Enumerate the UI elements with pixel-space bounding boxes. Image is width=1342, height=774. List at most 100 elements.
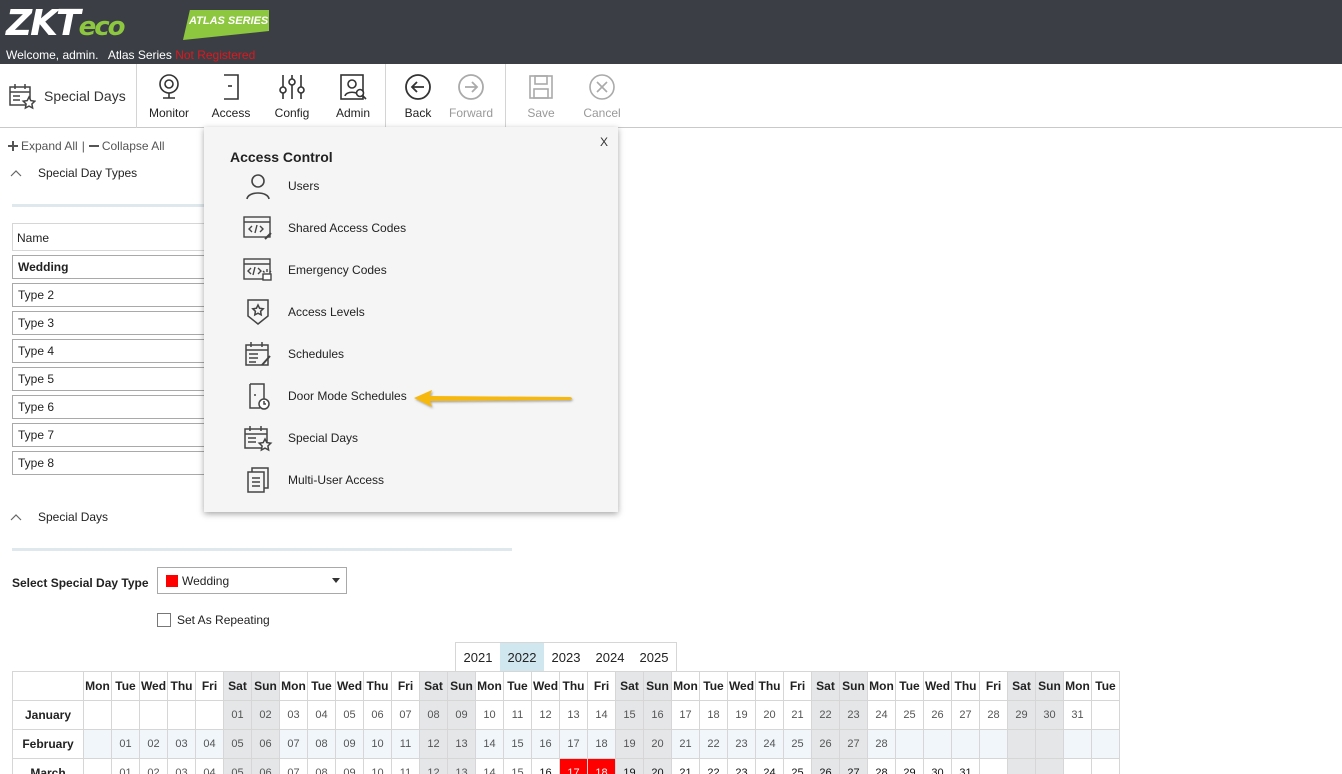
calendar-day[interactable]: 10 [475,700,504,730]
calendar-day[interactable]: 26 [811,758,840,774]
menu-item-access-levels[interactable]: Access Levels [242,295,365,329]
year-tab-2023[interactable]: 2023 [544,643,588,672]
year-tab-2024[interactable]: 2024 [588,643,632,672]
calendar-day[interactable]: 23 [839,700,868,730]
type-name-input[interactable]: Type 3 [12,311,212,335]
calendar-day[interactable]: 24 [755,758,784,774]
calendar-day[interactable]: 14 [475,729,504,759]
section-special-days[interactable]: Special Days [10,510,108,524]
calendar-day[interactable]: 26 [811,729,840,759]
calendar-day[interactable]: 01 [111,758,140,774]
calendar-day[interactable]: 08 [419,700,448,730]
type-name-input[interactable]: Type 7 [12,423,212,447]
calendar-day[interactable]: 06 [251,729,280,759]
calendar-day[interactable]: 09 [447,700,476,730]
calendar-day[interactable]: 26 [923,700,952,730]
menu-item-special-days[interactable]: Special Days [242,421,358,455]
forward-button[interactable]: Forward [440,72,502,120]
close-button[interactable]: X [600,135,608,149]
menu-item-shared-access-codes[interactable]: Shared Access Codes [242,211,406,245]
calendar-day[interactable]: 31 [1063,700,1092,730]
admin-button[interactable]: Admin [322,72,384,120]
type-name-input[interactable]: Type 4 [12,339,212,363]
calendar-day[interactable]: 04 [195,729,224,759]
collapse-all-button[interactable]: Collapse All [88,139,165,153]
calendar-day[interactable]: 27 [839,758,868,774]
calendar-day[interactable]: 03 [167,729,196,759]
calendar-day[interactable]: 14 [475,758,504,774]
calendar-day[interactable]: 29 [895,758,924,774]
year-tab-2021[interactable]: 2021 [456,643,500,672]
calendar-day[interactable]: 16 [643,700,672,730]
menu-item-users[interactable]: Users [242,169,319,203]
calendar-day[interactable]: 11 [391,758,420,774]
calendar-day[interactable]: 24 [755,729,784,759]
calendar-day[interactable]: 17 [671,700,700,730]
calendar-day[interactable]: 16 [531,758,560,774]
calendar-day[interactable]: 19 [615,758,644,774]
config-button[interactable]: Config [261,72,323,120]
year-tab-2022[interactable]: 2022 [500,643,544,672]
cancel-button[interactable]: Cancel [571,72,633,120]
calendar-day[interactable]: 13 [559,700,588,730]
calendar-day[interactable]: 11 [391,729,420,759]
calendar-day[interactable]: 09 [335,729,364,759]
calendar-day[interactable]: 13 [447,729,476,759]
calendar-day[interactable]: 12 [531,700,560,730]
type-name-input[interactable]: Type 8 [12,451,212,475]
type-name-input[interactable]: Type 5 [12,367,212,391]
calendar-day[interactable]: 30 [923,758,952,774]
calendar-day[interactable]: 04 [307,700,336,730]
calendar-day[interactable]: 16 [531,729,560,759]
calendar-day[interactable]: 21 [783,700,812,730]
monitor-button[interactable]: Monitor [138,72,200,120]
calendar-day[interactable]: 28 [979,700,1008,730]
calendar-day[interactable]: 05 [335,700,364,730]
calendar-day[interactable]: 21 [671,729,700,759]
expand-all-button[interactable]: Expand All [8,139,78,153]
calendar-day[interactable]: 31 [951,758,980,774]
calendar-day[interactable]: 12 [419,758,448,774]
year-tab-2025[interactable]: 2025 [632,643,676,672]
menu-item-multi-user-access[interactable]: Multi-User Access [242,463,384,497]
calendar-day[interactable]: 09 [335,758,364,774]
calendar-day[interactable]: 23 [727,758,756,774]
calendar-day[interactable]: 10 [363,758,392,774]
calendar-day[interactable]: 08 [307,729,336,759]
calendar-day[interactable]: 28 [867,758,896,774]
calendar-day[interactable]: 06 [251,758,280,774]
calendar-day[interactable]: 02 [139,758,168,774]
calendar-day[interactable]: 12 [419,729,448,759]
repeating-option[interactable]: Set As Repeating [157,613,270,627]
calendar-day[interactable]: 04 [195,758,224,774]
calendar-day[interactable]: 05 [223,758,252,774]
special-day-type-select[interactable]: Wedding [157,567,347,594]
menu-item-schedules[interactable]: Schedules [242,337,344,371]
calendar-day[interactable]: 18 [699,700,728,730]
calendar-day[interactable]: 14 [587,700,616,730]
calendar-day[interactable]: 17 [559,729,588,759]
type-name-input[interactable]: Type 6 [12,395,212,419]
calendar-day[interactable]: 27 [839,729,868,759]
calendar-day[interactable]: 18 [587,729,616,759]
repeat-checkbox[interactable] [157,613,171,627]
calendar-day[interactable]: 06 [363,700,392,730]
calendar-day[interactable]: 20 [755,700,784,730]
calendar-day[interactable]: 29 [1007,700,1036,730]
section-special-day-types[interactable]: Special Day Types [10,166,137,180]
type-name-input[interactable]: Wedding [12,255,212,279]
calendar-day[interactable]: 19 [727,700,756,730]
menu-item-door-mode-schedules[interactable]: Door Mode Schedules [242,379,407,413]
calendar-day[interactable]: 13 [447,758,476,774]
calendar-day[interactable]: 22 [699,758,728,774]
calendar-day[interactable]: 15 [615,700,644,730]
calendar-day[interactable]: 07 [391,700,420,730]
calendar-day[interactable]: 07 [279,729,308,759]
calendar-day[interactable]: 03 [279,700,308,730]
calendar-day[interactable]: 22 [811,700,840,730]
calendar-day[interactable]: 20 [643,729,672,759]
type-name-input[interactable]: Type 2 [12,283,212,307]
calendar-day[interactable]: 30 [1035,700,1064,730]
calendar-day[interactable]: 15 [503,729,532,759]
menu-item-emergency-codes[interactable]: Emergency Codes [242,253,387,287]
